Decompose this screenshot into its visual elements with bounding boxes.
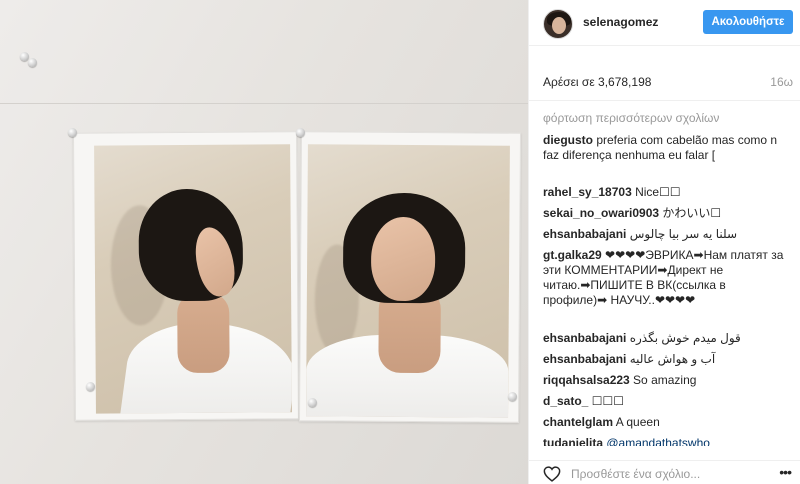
photo-print-right	[298, 131, 522, 423]
thumbtack	[68, 128, 77, 137]
comment: d_sato_ ☐☐☐	[543, 394, 789, 409]
more-options-icon[interactable]: •••	[779, 464, 792, 480]
thumbtack	[86, 382, 95, 391]
heart-icon[interactable]	[543, 466, 561, 482]
post-side-panel: selenagomez Ακολουθήστε Αρέσει σε 3,678,…	[528, 0, 800, 484]
instagram-post-viewer: selenagomez Ακολουθήστε Αρέσει σε 3,678,…	[0, 0, 800, 484]
likes-row: Αρέσει σε 3,678,198 16ω	[529, 62, 800, 89]
thumbtack	[508, 392, 517, 401]
comment-text: Nice☐☐	[631, 185, 681, 199]
comment-author[interactable]: ehsanbabajani	[543, 227, 626, 241]
comment-author[interactable]: rahel_sy_18703	[543, 185, 632, 199]
likes-count[interactable]: Αρέσει σε 3,678,198	[543, 75, 651, 89]
username-link[interactable]: selenagomez	[583, 15, 658, 29]
comment: ehsanbabajani آب و هواش عالیه	[543, 352, 789, 367]
comments-section[interactable]: φόρτωση περισσότερων σχολίων diegusto pr…	[529, 100, 800, 446]
comment: diegusto preferia com cabelão mas como n…	[543, 133, 789, 163]
comment-author[interactable]: d_sato_	[543, 394, 588, 408]
comment-author[interactable]: chantelglam	[543, 415, 613, 429]
comment: tudanielita @amandathatswho	[543, 436, 789, 446]
comment-author[interactable]: ehsanbabajani	[543, 331, 626, 345]
comment-text: قول میدم خوش بگذره	[626, 331, 741, 345]
comment: ehsanbabajani سلنا یه سر بیا چالوس	[543, 227, 789, 242]
thumbtack	[296, 128, 305, 137]
comment: rahel_sy_18703 Nice☐☐	[543, 185, 789, 200]
avatar[interactable]	[543, 9, 573, 39]
thumbtack	[28, 58, 37, 67]
comment-text: A queen	[613, 415, 660, 429]
comment-text: آب و هواش عالیه	[626, 352, 716, 366]
comment: chantelglam A queen	[543, 415, 789, 430]
comment: gt.galka29 ❤❤❤❤ЭВРИКА➡Нам платят за эти …	[543, 248, 789, 308]
comment-author[interactable]: ehsanbabajani	[543, 352, 626, 366]
comment: riqqahsalsa223 So amazing	[543, 373, 789, 388]
comment-author[interactable]: gt.galka29	[543, 248, 602, 262]
post-photo[interactable]	[0, 0, 528, 484]
comment-author[interactable]: tudanielita	[543, 436, 603, 446]
comment-text: سلنا یه سر بیا چالوس	[626, 227, 738, 241]
comment-input[interactable]	[571, 465, 781, 483]
comment: ehsanbabajani قول میدم خوش بگذره	[543, 331, 789, 346]
load-more-comments-link[interactable]: φόρτωση περισσότερων σχολίων	[543, 111, 719, 125]
photo-print-left	[72, 131, 300, 421]
comment-text: ☐☐☐	[588, 394, 624, 408]
comment-author[interactable]: sekai_no_owari0903	[543, 206, 659, 220]
post-timestamp[interactable]: 16ω	[770, 75, 793, 89]
follow-button[interactable]: Ακολουθήστε	[703, 10, 793, 34]
photo-wall-seam	[0, 103, 528, 104]
comment-bar: •••	[529, 460, 800, 484]
comment-text: So amazing	[629, 373, 697, 387]
comment: sekai_no_owari0903 かわいい☐	[543, 206, 789, 221]
comment-author[interactable]: diegusto	[543, 133, 593, 147]
comment-author[interactable]: riqqahsalsa223	[543, 373, 630, 387]
comment-mention-link[interactable]: @amandathatswho	[606, 436, 710, 446]
comment-text: かわいい☐	[659, 206, 722, 220]
post-header: selenagomez Ακολουθήστε	[529, 0, 800, 46]
thumbtack	[308, 398, 317, 407]
